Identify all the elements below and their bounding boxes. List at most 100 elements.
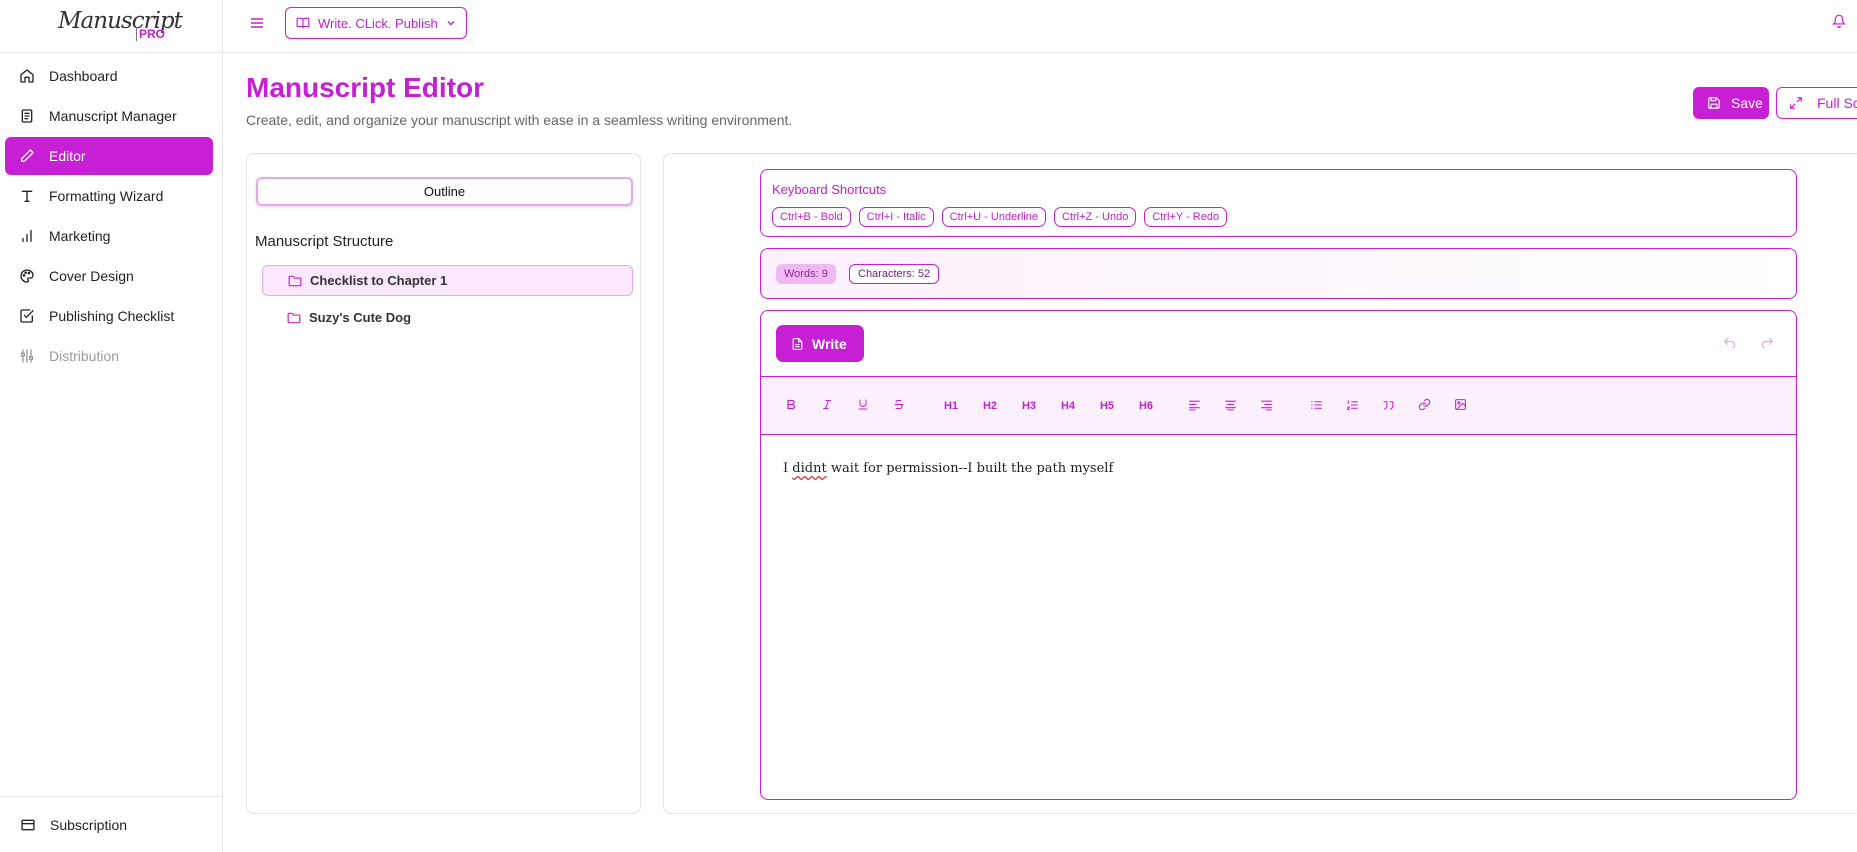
file-text-icon xyxy=(791,337,804,351)
page-title: Manuscript Editor xyxy=(246,72,485,103)
save-label: Save xyxy=(1731,95,1763,111)
stats-bar: Words: 9 Characters: 52 xyxy=(760,248,1797,299)
underline-icon xyxy=(857,398,869,414)
document-icon xyxy=(17,106,37,126)
redo-icon xyxy=(1760,335,1774,353)
bold-icon xyxy=(785,398,797,414)
project-selector[interactable]: Write. CLick. Publish xyxy=(285,7,467,39)
shortcut-chip-undo: Ctrl+Z - Undo xyxy=(1054,207,1137,227)
fullscreen-label: Full Screen xyxy=(1817,95,1857,111)
pencil-icon xyxy=(17,146,37,166)
sidebar-nav: Dashboard Manuscript Manager Editor Form… xyxy=(5,57,213,377)
heading-5-button[interactable]: H5 xyxy=(1097,396,1117,416)
folder-icon xyxy=(287,312,301,324)
content-text-rest: wait for permission--I built the path my… xyxy=(826,461,1114,476)
logo: Manuscript PRO xyxy=(0,0,223,53)
sidebar-item-formatting-wizard[interactable]: Formatting Wizard xyxy=(5,177,213,215)
outline-item-suzys-cute-dog[interactable]: Suzy's Cute Dog xyxy=(262,302,633,333)
save-icon xyxy=(1707,96,1721,110)
sidebar-item-label: Subscription xyxy=(50,816,128,833)
write-mode-button[interactable]: Write xyxy=(776,325,864,362)
save-button[interactable]: Save xyxy=(1693,87,1769,119)
shortcut-chips: Ctrl+B - Bold Ctrl+I - Italic Ctrl+U - U… xyxy=(772,207,1228,227)
sidebar-item-publishing-checklist[interactable]: Publishing Checklist xyxy=(5,297,213,335)
bell-icon xyxy=(1831,14,1847,33)
sidebar-item-cover-design[interactable]: Cover Design xyxy=(5,257,213,295)
shortcut-chip-underline: Ctrl+U - Underline xyxy=(941,207,1046,227)
sidebar-item-editor[interactable]: Editor xyxy=(5,137,213,175)
sidebar-item-label: Dashboard xyxy=(49,68,118,84)
project-name: Write. CLick. Publish xyxy=(318,15,438,31)
word-count-badge: Words: 9 xyxy=(776,264,836,284)
link-button[interactable] xyxy=(1416,396,1432,416)
shortcut-chip-bold: Ctrl+B - Bold xyxy=(772,207,851,227)
sidebar: Manuscript PRO Dashboard Manuscript Mana… xyxy=(0,0,223,852)
shortcuts-title: Keyboard Shortcuts xyxy=(772,182,887,197)
sidebar-item-label: Cover Design xyxy=(49,268,134,284)
editor-header: Write xyxy=(761,311,1796,377)
sidebar-item-label: Formatting Wizard xyxy=(49,188,164,204)
tab-outline[interactable]: Outline xyxy=(256,177,633,206)
bold-button[interactable] xyxy=(783,396,799,416)
align-left-icon xyxy=(1188,399,1201,414)
align-center-button[interactable] xyxy=(1222,396,1238,416)
align-right-button[interactable] xyxy=(1258,396,1274,416)
heading-2-button[interactable]: H2 xyxy=(980,396,1000,416)
sidebar-item-marketing[interactable]: Marketing xyxy=(5,217,213,255)
rich-text-editor: Write H1 H2 H3 H4 H5 H6 I didnt wait for… xyxy=(760,310,1797,800)
italic-icon xyxy=(821,398,833,414)
underline-button[interactable] xyxy=(855,396,871,416)
redo-button[interactable] xyxy=(1759,336,1775,352)
outline-item-checklist-to-chapter-1[interactable]: Checklist to Chapter 1 xyxy=(262,265,633,296)
app-root: Manuscript PRO Dashboard Manuscript Mana… xyxy=(0,0,1857,852)
folder-icon xyxy=(288,275,302,287)
sidebar-item-subscription[interactable]: Subscription xyxy=(0,796,223,852)
align-left-button[interactable] xyxy=(1186,396,1202,416)
content-text-prefix: I xyxy=(783,461,793,476)
outline-item-label: Suzy's Cute Dog xyxy=(309,310,412,325)
editor-content[interactable]: I didnt wait for permission--I built the… xyxy=(783,461,1113,476)
bar-chart-icon xyxy=(17,226,37,246)
formatting-toolbar: H1 H2 H3 H4 H5 H6 xyxy=(761,377,1796,435)
menu-toggle-button[interactable] xyxy=(246,14,268,36)
heading-6-button[interactable]: H6 xyxy=(1136,396,1156,416)
page-subtitle: Create, edit, and organize your manuscri… xyxy=(246,112,793,128)
sidebar-item-label: Distribution xyxy=(49,348,120,364)
sidebar-item-label: Manuscript Manager xyxy=(49,108,177,124)
heading-3-button[interactable]: H3 xyxy=(1019,396,1039,416)
quote-icon xyxy=(1382,399,1395,414)
sidebar-item-label: Editor xyxy=(49,148,86,164)
outline-item-label: Checklist to Chapter 1 xyxy=(310,273,448,288)
heading-4-button[interactable]: H4 xyxy=(1058,396,1078,416)
sidebar-item-manuscript-manager[interactable]: Manuscript Manager xyxy=(5,97,213,135)
bullet-list-icon xyxy=(1310,399,1323,414)
italic-button[interactable] xyxy=(819,396,835,416)
card-icon xyxy=(18,815,38,835)
strikethrough-button[interactable] xyxy=(891,396,907,416)
sidebar-item-dashboard[interactable]: Dashboard xyxy=(5,57,213,95)
bullet-list-button[interactable] xyxy=(1308,396,1324,416)
notifications-button[interactable] xyxy=(1829,13,1849,33)
logo-badge: PRO xyxy=(136,27,165,41)
palette-icon xyxy=(17,266,37,286)
numbered-list-button[interactable] xyxy=(1344,396,1360,416)
fullscreen-button[interactable]: Full Screen xyxy=(1776,87,1857,119)
strikethrough-icon xyxy=(893,398,905,414)
outline-panel: Outline Manuscript Structure Checklist t… xyxy=(246,153,641,814)
expand-icon xyxy=(1789,96,1803,110)
shortcut-chip-redo: Ctrl+Y - Redo xyxy=(1144,207,1228,227)
home-icon xyxy=(17,66,37,86)
link-icon xyxy=(1418,398,1431,414)
structure-heading: Manuscript Structure xyxy=(255,233,394,250)
sliders-icon xyxy=(17,346,37,366)
sidebar-item-label: Marketing xyxy=(49,228,111,244)
numbered-list-icon xyxy=(1346,399,1359,414)
blockquote-button[interactable] xyxy=(1380,396,1396,416)
align-center-icon xyxy=(1224,399,1237,414)
heading-1-button[interactable]: H1 xyxy=(941,396,961,416)
sidebar-item-distribution[interactable]: Distribution xyxy=(5,337,213,375)
character-count-badge: Characters: 52 xyxy=(849,264,940,284)
insert-image-button[interactable] xyxy=(1452,396,1468,416)
undo-button[interactable] xyxy=(1722,336,1738,352)
hamburger-icon xyxy=(250,16,264,34)
